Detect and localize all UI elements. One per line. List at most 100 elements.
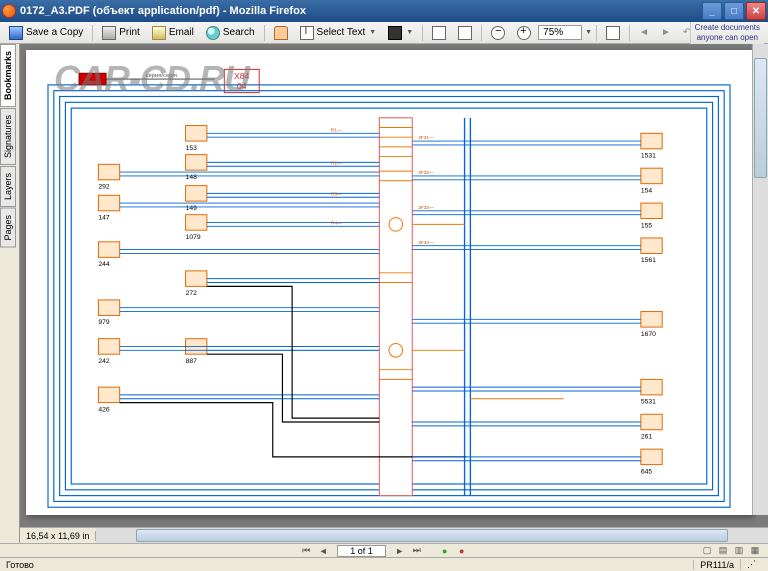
- adobe-promo[interactable]: Create documents anyone can open: [690, 22, 764, 44]
- svg-text:04: 04: [237, 81, 247, 91]
- status-bar: Готово PR111/a ⋰: [0, 557, 768, 571]
- svg-text:887: 887: [186, 358, 198, 365]
- print-button[interactable]: Print: [97, 23, 145, 43]
- select-text-label: Select Text: [317, 27, 366, 38]
- fit-width-button[interactable]: [453, 23, 477, 43]
- close-button[interactable]: ✕: [746, 2, 766, 20]
- svg-text:292: 292: [98, 184, 110, 191]
- save-copy-button[interactable]: Save a Copy: [4, 23, 88, 43]
- svg-text:242: 242: [98, 358, 110, 365]
- svg-text:244: 244: [98, 261, 110, 268]
- last-page-button[interactable]: ⏭: [410, 545, 424, 557]
- view-cont-facing-button[interactable]: ▦: [748, 545, 762, 557]
- tab-bookmarks[interactable]: Bookmarks: [0, 44, 16, 107]
- disk-icon: [9, 26, 23, 40]
- hand-tool-button[interactable]: [269, 23, 293, 43]
- separator: [596, 25, 597, 41]
- svg-text:1561: 1561: [641, 257, 656, 264]
- select-text-button[interactable]: Select Text▼: [295, 23, 382, 43]
- svg-text:147: 147: [98, 215, 110, 222]
- minimize-button[interactable]: _: [702, 2, 722, 20]
- svg-text:X84: X84: [234, 71, 250, 81]
- separator: [264, 25, 265, 41]
- svg-text:R4—: R4—: [331, 220, 342, 226]
- zoom-out-button[interactable]: [486, 23, 510, 43]
- svg-text:154: 154: [641, 187, 653, 194]
- pdf-page[interactable]: CAR-CD.RU X84 04 серия/серія: [26, 50, 752, 515]
- svg-text:272: 272: [186, 290, 198, 297]
- svg-text:261: 261: [641, 433, 653, 440]
- fit-width-icon: [458, 26, 472, 40]
- rotate-icon: [606, 26, 620, 40]
- chevron-down-icon[interactable]: ▼: [585, 29, 592, 36]
- view-continuous-button[interactable]: ▤: [716, 545, 730, 557]
- mail-icon: [152, 26, 166, 40]
- chevron-down-icon: ▼: [369, 29, 376, 36]
- rotate-button[interactable]: [601, 23, 625, 43]
- email-button[interactable]: Email: [147, 23, 199, 43]
- view-facing-button[interactable]: ▥: [732, 545, 746, 557]
- svg-text:1531: 1531: [641, 153, 656, 160]
- svg-text:426: 426: [98, 406, 110, 413]
- zoom-in-button[interactable]: [512, 23, 536, 43]
- svg-text:3F31—: 3F31—: [418, 135, 434, 141]
- camera-icon: [388, 26, 402, 40]
- scroll-thumb[interactable]: [754, 58, 767, 178]
- search-icon: [206, 26, 220, 40]
- chevron-down-icon: ▼: [406, 29, 413, 36]
- view-single-button[interactable]: ▢: [700, 545, 714, 557]
- page-dimensions: 16,54 x 11,69 in: [20, 531, 96, 541]
- page-number[interactable]: 1 of 1: [337, 545, 386, 557]
- firefox-icon: [2, 4, 16, 18]
- svg-text:149: 149: [186, 205, 198, 212]
- text-select-icon: [300, 26, 314, 40]
- forward-button[interactable]: ►: [656, 24, 676, 41]
- resize-grip-icon[interactable]: ⋰: [740, 559, 762, 570]
- status-ready: Готово: [6, 560, 34, 570]
- horizontal-scrollbar[interactable]: [96, 528, 768, 543]
- pdf-toolbar: Save a Copy Print Email Search Select Te…: [0, 22, 768, 44]
- svg-text:1079: 1079: [186, 234, 201, 241]
- titlebar: 0172_A3.PDF (объект application/pdf) - M…: [0, 0, 768, 22]
- separator: [92, 25, 93, 41]
- maximize-button[interactable]: □: [724, 2, 744, 20]
- svg-text:3F33—: 3F33—: [418, 205, 434, 211]
- tab-layers[interactable]: Layers: [0, 166, 16, 207]
- go-button[interactable]: ●: [438, 545, 452, 557]
- bottom-info-bar: 16,54 x 11,69 in: [20, 527, 768, 543]
- svg-text:979: 979: [98, 319, 110, 326]
- zoom-out-icon: [491, 26, 505, 40]
- diagram-svg: X84 04 серия/серія: [26, 50, 752, 515]
- email-label: Email: [169, 27, 194, 38]
- promo-line1: Create documents: [695, 23, 760, 33]
- svg-text:645: 645: [641, 468, 653, 475]
- zoom-input[interactable]: [538, 25, 582, 40]
- svg-text:R3—: R3—: [331, 191, 342, 197]
- svg-text:1670: 1670: [641, 331, 656, 338]
- hand-icon: [274, 26, 288, 40]
- fit-page-button[interactable]: [427, 23, 451, 43]
- scroll-thumb[interactable]: [136, 529, 728, 542]
- status-right: PR111/a: [693, 560, 740, 570]
- svg-text:3F34—: 3F34—: [418, 240, 434, 246]
- svg-text:5531: 5531: [641, 399, 656, 406]
- prev-page-button[interactable]: ◄: [316, 545, 330, 557]
- svg-text:R1—: R1—: [331, 127, 342, 133]
- svg-text:3F32—: 3F32—: [418, 170, 434, 176]
- svg-text:R2—: R2—: [331, 160, 342, 166]
- zoom-in-icon: [517, 26, 531, 40]
- svg-text:153: 153: [186, 145, 198, 152]
- tab-signatures[interactable]: Signatures: [0, 108, 16, 165]
- stop-button[interactable]: ●: [455, 545, 469, 557]
- separator: [629, 25, 630, 41]
- first-page-button[interactable]: ⏮: [299, 545, 313, 557]
- snapshot-button[interactable]: ▼: [383, 23, 418, 43]
- search-button[interactable]: Search: [201, 23, 260, 43]
- print-label: Print: [119, 27, 140, 38]
- search-label: Search: [223, 27, 255, 38]
- vertical-scrollbar[interactable]: [752, 44, 768, 515]
- back-button[interactable]: ◄: [634, 24, 654, 41]
- tab-pages[interactable]: Pages: [0, 208, 16, 248]
- next-page-button[interactable]: ►: [393, 545, 407, 557]
- separator: [422, 25, 423, 41]
